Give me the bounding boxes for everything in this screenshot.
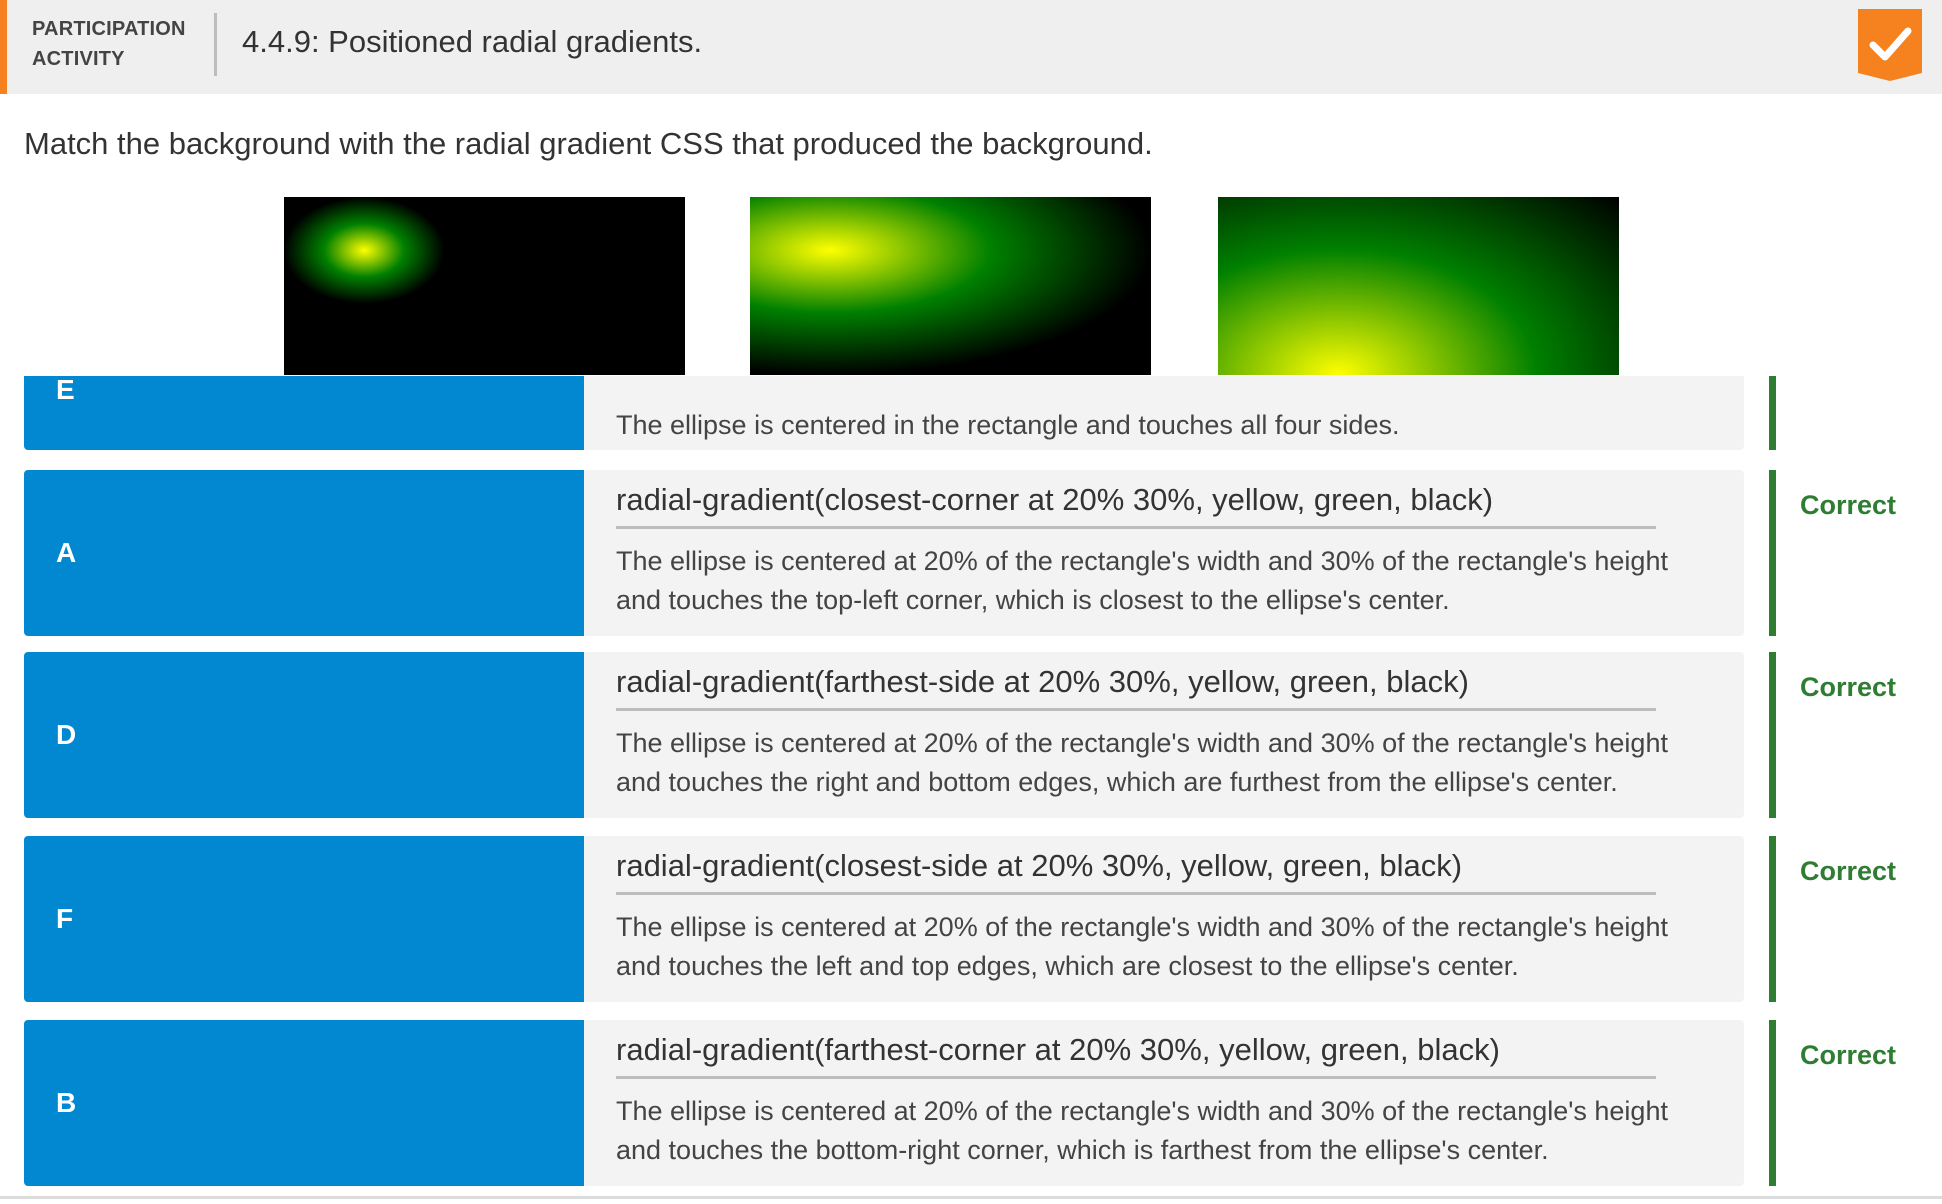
header-divider	[214, 13, 217, 76]
explanation-text: The ellipse is centered in the rectangle…	[616, 410, 1400, 440]
answer-box: radial-gradient(farthest-corner at 20% 3…	[584, 1020, 1744, 1186]
correct-status: Correct	[1800, 856, 1897, 886]
drop-target-a[interactable]: A	[24, 470, 584, 636]
match-row-d: D radial-gradient(farthest-side at 20% 3…	[24, 652, 1896, 818]
status-bar	[1769, 470, 1776, 636]
gradient-preview-2	[750, 197, 1151, 375]
correct-status: Correct	[1800, 1040, 1897, 1070]
answer-letter: D	[56, 719, 77, 750]
css-code: radial-gradient(closest-side at 20% 30%,…	[616, 848, 1656, 895]
css-code: radial-gradient(farthest-side at 20% 30%…	[616, 664, 1656, 711]
activity-header: PARTICIPATION ACTIVITY 4.4.9: Positioned…	[0, 0, 1942, 94]
correct-status: Correct	[1800, 672, 1897, 702]
activity-type-label: PARTICIPATION ACTIVITY	[32, 18, 186, 70]
match-row-a: A radial-gradient(closest-corner at 20% …	[24, 470, 1896, 636]
drop-target-e[interactable]: E	[24, 376, 584, 450]
activity-title: 4.4.9: Positioned radial gradients.	[242, 24, 703, 59]
matching-list[interactable]: E The ellipse is centered in the rectang…	[0, 376, 1942, 1196]
explanation-text: The ellipse is centered at 20% of the re…	[616, 728, 1668, 797]
answer-box: The ellipse is centered in the rectangle…	[584, 376, 1744, 450]
explanation-text: The ellipse is centered at 20% of the re…	[616, 912, 1668, 981]
match-row-b: B radial-gradient(farthest-corner at 20%…	[24, 1020, 1896, 1186]
bottom-divider	[0, 1196, 1942, 1199]
match-row-e: E The ellipse is centered in the rectang…	[24, 376, 1776, 450]
status-bar	[1769, 376, 1776, 450]
explanation-text: The ellipse is centered at 20% of the re…	[616, 546, 1668, 615]
answer-letter: B	[56, 1087, 77, 1118]
answer-box: radial-gradient(farthest-side at 20% 30%…	[584, 652, 1744, 818]
answer-box: radial-gradient(closest-side at 20% 30%,…	[584, 836, 1744, 1002]
instructions-text: Match the background with the radial gra…	[24, 126, 1153, 161]
drop-target-f[interactable]: F	[24, 836, 584, 1002]
checkmark-badge-icon	[1858, 9, 1922, 81]
answer-letter: A	[56, 537, 77, 568]
gradient-preview-3	[1218, 197, 1619, 375]
answer-letter: F	[56, 903, 74, 934]
css-code: radial-gradient(farthest-corner at 20% 3…	[616, 1032, 1656, 1079]
css-code: radial-gradient(closest-corner at 20% 30…	[616, 482, 1656, 529]
correct-status: Correct	[1800, 490, 1897, 520]
drop-target-b[interactable]: B	[24, 1020, 584, 1186]
match-row-f: F radial-gradient(closest-side at 20% 30…	[24, 836, 1896, 1002]
status-bar	[1769, 1020, 1776, 1186]
header-accent-bar	[0, 0, 7, 94]
answer-box: radial-gradient(closest-corner at 20% 30…	[584, 470, 1744, 636]
answer-letter: E	[56, 376, 75, 405]
explanation-text: The ellipse is centered at 20% of the re…	[616, 1096, 1668, 1165]
gradient-preview-1	[284, 197, 685, 375]
drop-target-d[interactable]: D	[24, 652, 584, 818]
status-bar	[1769, 652, 1776, 818]
status-bar	[1769, 836, 1776, 1002]
